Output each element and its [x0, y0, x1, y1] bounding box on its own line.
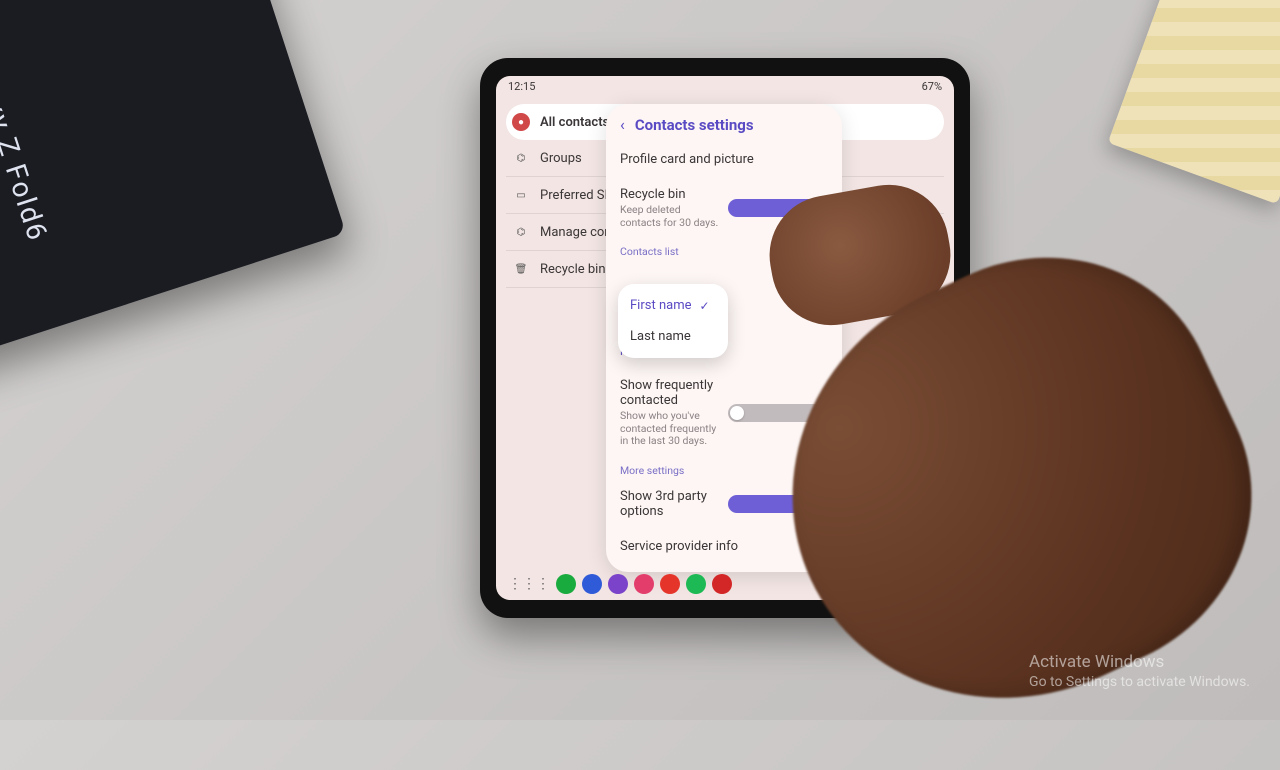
dock-app-icon[interactable]: [660, 574, 680, 594]
dock-app-icon[interactable]: [556, 574, 576, 594]
rail-label: Groups: [540, 151, 582, 166]
sim-icon: ▭: [512, 186, 530, 204]
manage-icon: ⌬: [512, 223, 530, 241]
trash-icon: 🗑: [512, 260, 530, 278]
frequently-contacted-row[interactable]: Show frequently contacted Show who you'v…: [620, 368, 828, 458]
recycle-sub: Keep deleted contacts for 30 days.: [620, 204, 720, 229]
watermark-title: Activate Windows: [1029, 652, 1250, 672]
windows-watermark: Activate Windows Go to Settings to activ…: [1029, 652, 1250, 690]
dropdown-option-last-name[interactable]: Last name: [626, 321, 720, 352]
dock-app-icon[interactable]: [608, 574, 628, 594]
panel-title: Contacts settings: [635, 116, 754, 134]
dropdown-option-first-name[interactable]: First name ✓: [626, 290, 720, 321]
wooden-clip-prop: [1108, 0, 1280, 204]
person-icon: ●: [512, 113, 530, 131]
dock-app-icon[interactable]: [686, 574, 706, 594]
recycle-label: Recycle bin: [620, 187, 720, 202]
dock-app-icon[interactable]: [712, 574, 732, 594]
back-icon[interactable]: ‹: [620, 117, 625, 133]
third-party-label: Show 3rd party options: [620, 489, 720, 519]
profile-card-row[interactable]: Profile card and picture: [620, 142, 828, 177]
statusbar: 12:15 67%: [496, 76, 954, 96]
freq-sub: Show who you've contacted frequently in …: [620, 410, 720, 448]
profile-card-label: Profile card and picture: [620, 152, 828, 167]
groups-icon: ⌬: [512, 149, 530, 167]
rail-label: Recycle bin: [540, 262, 606, 277]
status-battery: 67%: [922, 80, 942, 93]
dropdown-option-label: First name: [630, 298, 691, 313]
rail-label: All contacts: [540, 115, 609, 130]
freq-label: Show frequently contacted: [620, 378, 720, 408]
dropdown-option-label: Last name: [630, 329, 691, 344]
status-time: 12:15: [508, 80, 535, 93]
dock-app-icon[interactable]: [582, 574, 602, 594]
watermark-sub: Go to Settings to activate Windows.: [1029, 674, 1250, 690]
dock-app-icon[interactable]: [634, 574, 654, 594]
box-brand-text: Galaxy Z Fold6: [0, 34, 55, 245]
check-icon: ✓: [699, 299, 709, 313]
galaxy-box-prop: Galaxy Z Fold6: [0, 0, 346, 366]
sort-by-dropdown: First name ✓ Last name: [618, 284, 728, 358]
apps-grid-icon[interactable]: ⋮⋮⋮: [508, 576, 550, 592]
dock-apps: ⋮⋮⋮: [508, 574, 732, 594]
